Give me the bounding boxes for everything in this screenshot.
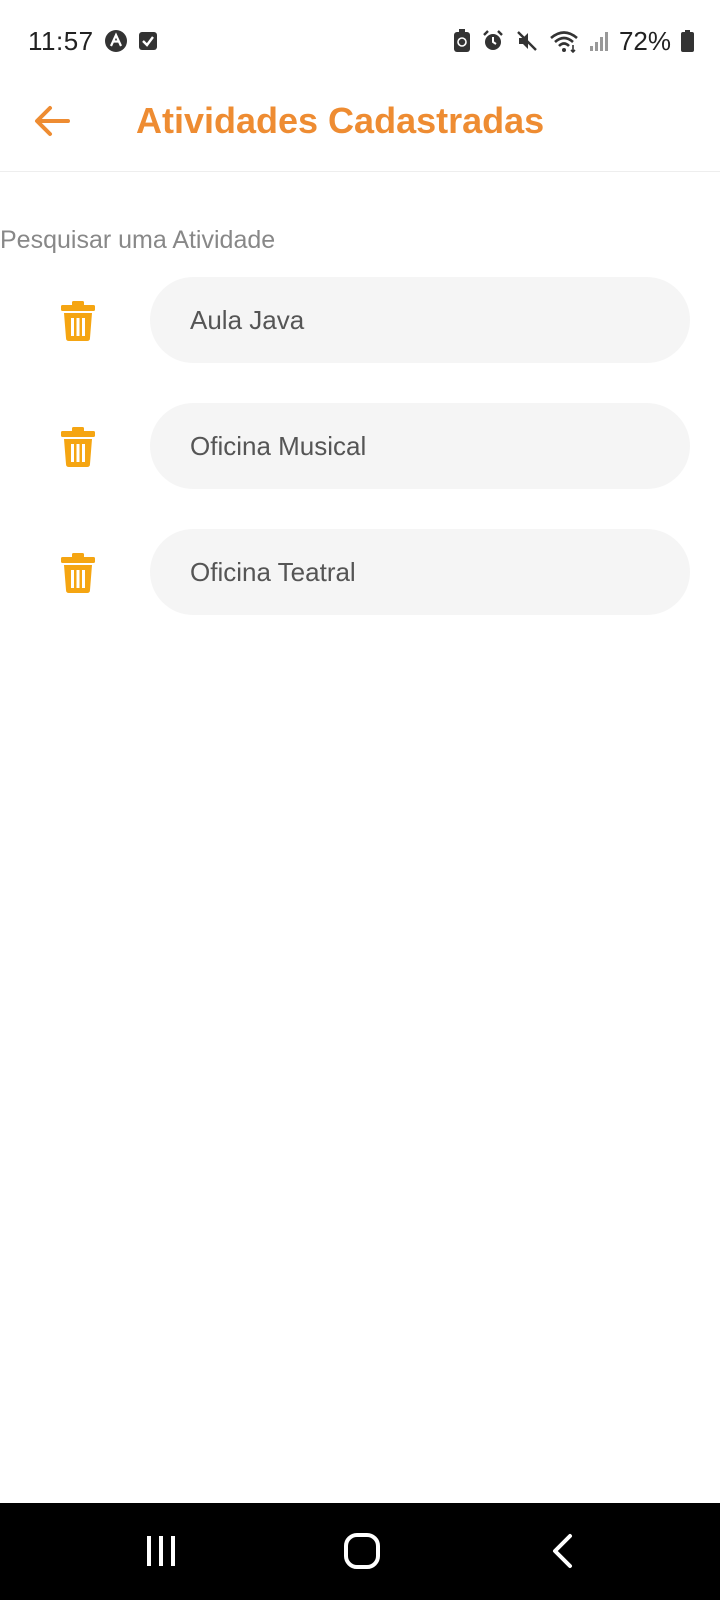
app-bar: Atividades Cadastradas (0, 82, 720, 172)
delete-button[interactable] (56, 299, 100, 343)
delete-button[interactable] (56, 425, 100, 469)
status-time: 11:57 (28, 25, 94, 56)
arrow-left-icon (35, 106, 70, 136)
recent-apps-button[interactable] (131, 1523, 191, 1579)
recent-apps-icon (147, 1536, 175, 1566)
wifi-icon (549, 29, 579, 53)
search-label: Pesquisar uma Atividade (0, 226, 276, 254)
battery-icon (681, 30, 694, 52)
battery-saver-icon (453, 29, 471, 53)
trash-icon (61, 301, 95, 341)
page-title: Atividades Cadastradas (136, 100, 545, 141)
activity-item[interactable]: Oficina Teatral (150, 529, 690, 615)
navigation-bar (0, 1503, 720, 1600)
mute-icon (515, 29, 539, 53)
list-item: Aula Java (0, 277, 720, 363)
checkbox-notification-icon (138, 31, 158, 51)
activity-item[interactable]: Aula Java (150, 277, 690, 363)
app-notification-icon (104, 29, 128, 53)
signal-icon (589, 30, 609, 52)
list-item: Oficina Musical (0, 403, 720, 489)
activity-item[interactable]: Oficina Musical (150, 403, 690, 489)
nav-back-button[interactable] (533, 1523, 593, 1579)
status-bar: 11:57 72% (0, 0, 720, 82)
battery-percent: 72% (618, 25, 671, 56)
home-icon (344, 1533, 380, 1569)
trash-icon (61, 553, 95, 593)
alarm-icon (481, 29, 505, 53)
back-icon (553, 1534, 572, 1568)
status-bar-left: 11:57 (28, 26, 158, 57)
delete-button[interactable] (56, 551, 100, 595)
back-button[interactable] (30, 99, 74, 143)
home-button[interactable] (332, 1523, 392, 1579)
trash-icon (61, 427, 95, 467)
list-item: Oficina Teatral (0, 529, 720, 615)
status-bar-right: 72% (453, 26, 694, 57)
